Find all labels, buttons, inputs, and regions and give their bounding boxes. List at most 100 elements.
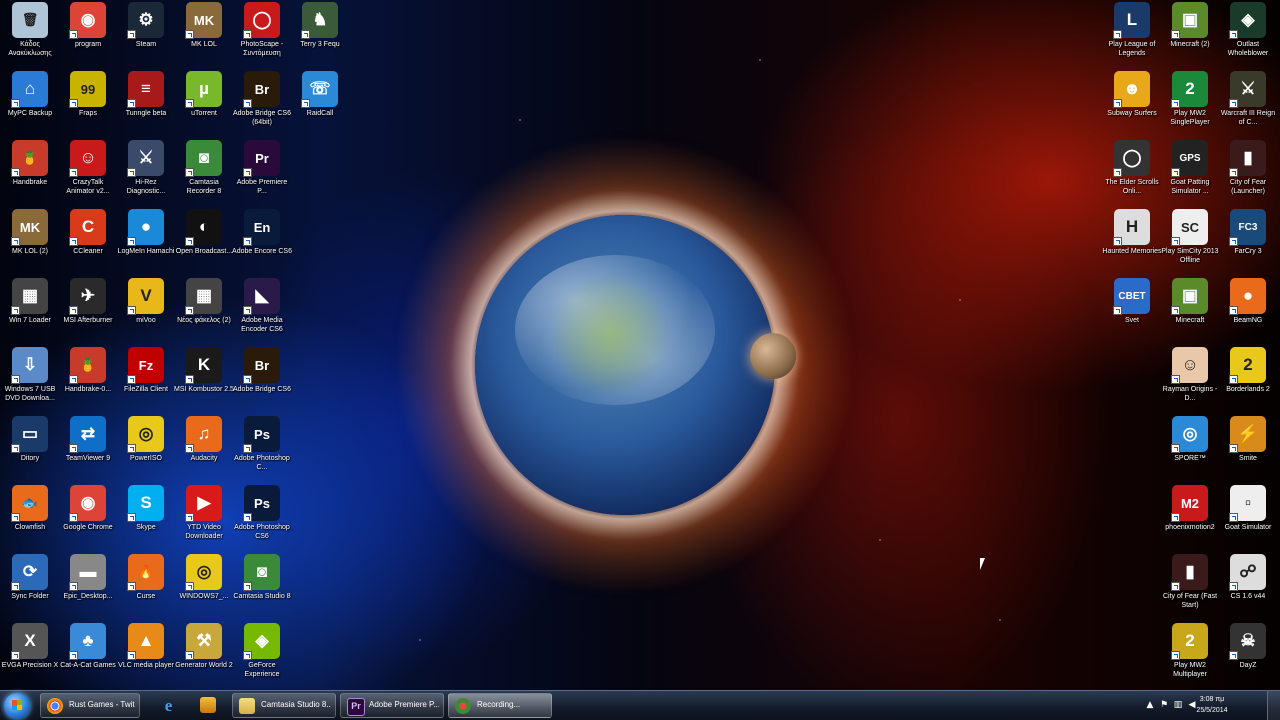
desktop-shortcut[interactable]: ◎ SPORE™ [1160, 416, 1220, 480]
desktop-shortcut-label: CCleaner [73, 248, 103, 255]
desktop-shortcut[interactable]: ⚔ Warcraft III Reign of C... [1218, 71, 1278, 135]
desktop-shortcut[interactable]: En Adobe Encore CS6 [232, 209, 292, 273]
desktop-shortcut[interactable]: ▮ City of Fear (Fast Start) [1160, 554, 1220, 618]
desktop-shortcut[interactable]: ● BeamNG [1218, 278, 1278, 342]
desktop-shortcut[interactable]: GPS Goat Patting Simulator ... [1160, 140, 1220, 204]
desktop-shortcut[interactable]: ▬ Epic_Desktop... [58, 554, 118, 618]
desktop-shortcut[interactable]: ⚡ Smite [1218, 416, 1278, 480]
desktop-shortcut[interactable]: C CCleaner [58, 209, 118, 273]
desktop-shortcut[interactable]: ▭ Ditory [0, 416, 60, 480]
desktop-shortcut[interactable]: ⇄ TeamViewer 9 [58, 416, 118, 480]
desktop-shortcut[interactable]: ♣ Cat-A-Cat Games [58, 623, 118, 687]
desktop-shortcut[interactable]: ☺ Rayman Origins - D... [1160, 347, 1220, 411]
desktop-shortcut[interactable]: 🍍 Handbrake [0, 140, 60, 204]
desktop-shortcut[interactable]: ≡ Tunngle beta [116, 71, 176, 135]
desktop-shortcut[interactable]: X EVGA Precision X [0, 623, 60, 687]
taskbar-clock[interactable]: 3:08 πμ 25/5/2014 [1188, 694, 1236, 716]
taskbar-media-player-button[interactable] [190, 693, 226, 718]
desktop-shortcut[interactable]: CBET Svet [1102, 278, 1162, 342]
desktop-shortcut[interactable]: L Play League of Legends [1102, 2, 1162, 66]
desktop-shortcut[interactable]: ⟳ Sync Folder [0, 554, 60, 618]
desktop-shortcut[interactable]: M2 phoenixmotion2 [1160, 485, 1220, 549]
desktop-shortcut[interactable]: ◈ Outlast Wholeblower [1218, 2, 1278, 66]
desktop-shortcut[interactable]: ▣ Minecraft [1160, 278, 1220, 342]
desktop-shortcut[interactable]: ▮ City of Fear (Launcher) [1218, 140, 1278, 204]
desktop-shortcut[interactable]: ◐ Open Broadcast... [174, 209, 234, 273]
desktop-shortcut[interactable]: ▣ Minecraft (2) [1160, 2, 1220, 66]
desktop-shortcut[interactable]: ▦ Win 7 Loader [0, 278, 60, 342]
desktop-shortcut[interactable]: ▲ VLC media player [116, 623, 176, 687]
desktop-shortcut[interactable]: ▦ Νέος φάκελος (2) [174, 278, 234, 342]
desktop-shortcut[interactable]: 🗑 Κάδος Ανακύκλωσης [0, 2, 60, 66]
desktop-shortcut[interactable]: FC3 FarCry 3 [1218, 209, 1278, 273]
desktop-shortcut[interactable]: ☍ CS 1.6 v44 [1218, 554, 1278, 618]
desktop-shortcut[interactable]: MK MK LOL [174, 2, 234, 66]
desktop-shortcut[interactable]: S Skype [116, 485, 176, 549]
desktop-shortcut-label: LogMeIn Hamachi [117, 248, 175, 255]
tray-network-icon[interactable]: ▥ [1173, 700, 1183, 710]
taskbar-recorder-window[interactable]: Recording... [448, 693, 552, 718]
desktop-shortcut[interactable]: 2 Play MW2 Multiplayer [1160, 623, 1220, 687]
desktop-shortcut[interactable]: 2 Borderlands 2 [1218, 347, 1278, 411]
desktop-shortcut[interactable]: ◉ program [58, 2, 118, 66]
desktop-shortcut[interactable]: µ uTorrent [174, 71, 234, 135]
desktop-shortcut[interactable]: ◈ GeForce Experience [232, 623, 292, 687]
show-desktop-button[interactable] [1267, 691, 1280, 720]
desktop-shortcut[interactable]: ▶ YTD Video Downloader [174, 485, 234, 549]
desktop-shortcut[interactable]: ◙ Camtasia Recorder 8 [174, 140, 234, 204]
desktop-shortcut[interactable]: VmiVoo [116, 278, 176, 342]
desktop-shortcut[interactable]: Br Adobe Bridge CS6 [232, 347, 292, 411]
desktop-shortcut-label: Hi-Rez Diagnostic... [126, 179, 166, 195]
desktop-shortcut[interactable]: ◎ WINDOWS7_... [174, 554, 234, 618]
desktop-shortcut[interactable]: SC Play SimCity 2013 Offline [1160, 209, 1220, 273]
desktop-shortcut[interactable]: MK MK LOL (2) [0, 209, 60, 273]
desktop-shortcut[interactable]: ☏ RaidCall [290, 71, 350, 135]
desktop-shortcut-label: Goat Patting Simulator ... [1170, 179, 1210, 195]
start-button[interactable] [4, 693, 30, 719]
tray-flag-icon[interactable]: ⚑ [1159, 700, 1169, 710]
desktop-shortcut-label: MK LOL [191, 41, 217, 48]
desktop-shortcut[interactable]: ◣ Adobe Media Encoder CS6 [232, 278, 292, 342]
desktop-shortcut[interactable]: ▫ Goat Simulator [1218, 485, 1278, 549]
desktop-shortcut[interactable]: ♞ Terry 3 Fequ [290, 2, 350, 66]
desktop-shortcut[interactable]: ◙ Camtasia Studio 8 [232, 554, 292, 618]
taskbar-chrome-window[interactable]: Rust Games - Twit... [40, 693, 140, 718]
desktop-shortcut[interactable]: 🔥 Curse [116, 554, 176, 618]
desktop-shortcut[interactable]: Ps Adobe Photoshop C... [232, 416, 292, 480]
rayman-icon: ☺ [1171, 347, 1208, 384]
desktop-shortcut[interactable]: K MSI Kombustor 2.5 [174, 347, 234, 411]
filezilla-icon: Fz [127, 347, 164, 384]
desktop-shortcut[interactable]: H Haunted Memories [1102, 209, 1162, 273]
tray-expand-icon[interactable]: ▲ [1145, 700, 1155, 710]
desktop-shortcut[interactable]: ⌂ MyPC Backup [0, 71, 60, 135]
desktop-shortcut[interactable]: Ps Adobe Photoshop CS6 [232, 485, 292, 549]
shortcut-arrow-icon [11, 444, 20, 453]
taskbar-ie-button[interactable]: e [150, 693, 186, 718]
desktop-shortcut[interactable]: Fz FileZilla Client [116, 347, 176, 411]
desktop-shortcut[interactable]: ⚔ Hi-Rez Diagnostic... [116, 140, 176, 204]
desktop-shortcut[interactable]: ⚒ Generator World 2 [174, 623, 234, 687]
desktop-shortcut[interactable]: 🍍 Handbrake-0... [58, 347, 118, 411]
desktop-shortcut[interactable]: ◯ PhotoScape - Συντόμευση [232, 2, 292, 66]
desktop-shortcut[interactable]: ☻ Subway Surfers [1102, 71, 1162, 135]
desktop-shortcut[interactable]: ⚙ Steam [116, 2, 176, 66]
desktop-shortcut[interactable]: ⇩ Windows 7 USB DVD Downloa... [0, 347, 60, 411]
desktop-shortcut[interactable]: ☺ CrazyTalk Animator v2... [58, 140, 118, 204]
desktop-shortcut[interactable]: ♫ Audacity [174, 416, 234, 480]
taskbar-premiere-window[interactable]: Pr Adobe Premiere P... [340, 693, 444, 718]
desktop-shortcut-label: Windows 7 USB DVD Downloa... [4, 386, 56, 402]
desktop-shortcut-label: FarCry 3 [1234, 248, 1262, 255]
desktop-shortcut[interactable]: Pr Adobe Premiere P... [232, 140, 292, 204]
camtasia-recorder-icon [455, 698, 471, 714]
desktop-shortcut[interactable]: Br Adobe Bridge CS6 (64bit) [232, 71, 292, 135]
desktop-shortcut[interactable]: ● LogMeIn Hamachi [116, 209, 176, 273]
desktop-shortcut[interactable]: ✈ MSI Afterburner [58, 278, 118, 342]
desktop-shortcut[interactable]: ☠ DayZ [1218, 623, 1278, 687]
desktop-shortcut[interactable]: ◎ PowerISO [116, 416, 176, 480]
desktop-shortcut[interactable]: 2 Play MW2 SinglePlayer [1160, 71, 1220, 135]
desktop-shortcut[interactable]: ◯ The Elder Scrolls Onli... [1102, 140, 1162, 204]
desktop-shortcut[interactable]: 🐟 Clownfish [0, 485, 60, 549]
desktop-shortcut[interactable]: 99 Fraps [58, 71, 118, 135]
taskbar-camtasia-folder-window[interactable]: Camtasia Studio 8... [232, 693, 336, 718]
desktop-shortcut[interactable]: ◉ Google Chrome [58, 485, 118, 549]
